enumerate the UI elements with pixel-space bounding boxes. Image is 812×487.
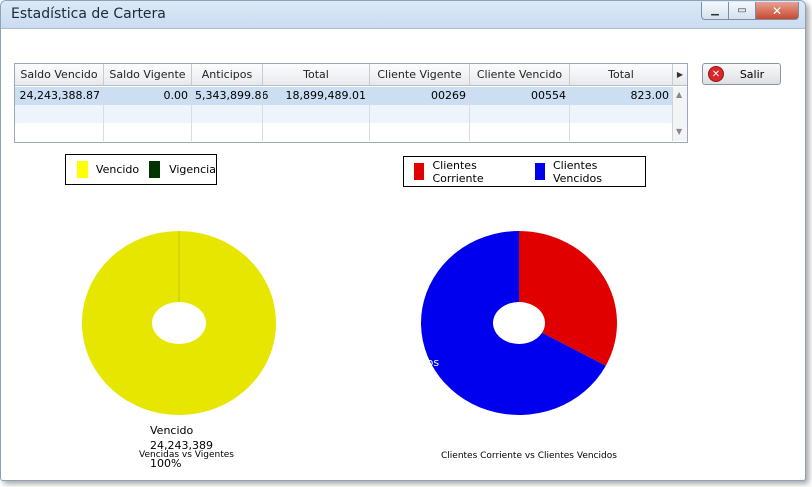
statistics-window: Estadística de Cartera ▁ ▭ ✕ Saldo Venci… <box>0 0 806 481</box>
legend-swatch-clientes-vencidos <box>534 163 545 180</box>
chart-clientes <box>421 231 617 415</box>
scroll-up-icon[interactable]: ▲ <box>676 90 682 99</box>
table-row[interactable] <box>15 105 673 123</box>
summary-grid[interactable]: Saldo Vencido Saldo Vigente Anticipos To… <box>14 63 688 143</box>
cell-total-clientes[interactable]: 823.00 <box>570 87 673 105</box>
cell-total[interactable]: 18,899,489.01 <box>263 87 370 105</box>
table-row[interactable]: 24,243,388.87 0.00 5,343,899.86 18,899,4… <box>15 87 673 105</box>
legend-label-vencido: Vencido <box>95 163 140 176</box>
column-header-saldo-vencido[interactable]: Saldo Vencido <box>15 64 104 86</box>
scroll-down-icon[interactable]: ▼ <box>676 127 682 136</box>
ghost-label-vencidos: ientes Vencidos 14 <box>353 356 440 382</box>
window-title: Estadística de Cartera <box>11 6 166 22</box>
column-divider <box>191 87 192 141</box>
scroll-right-icon[interactable]: ▶ <box>673 64 687 86</box>
cell-anticipos[interactable]: 5,343,899.86 <box>192 87 268 105</box>
cell-cliente-vigente[interactable]: 00269 <box>370 87 470 105</box>
salir-label: Salir <box>739 67 765 81</box>
column-header-total-clientes[interactable]: Total <box>570 64 673 86</box>
legend-label-vigencia: Vigencia <box>169 163 216 176</box>
column-header-anticipos[interactable]: Anticipos <box>192 64 263 86</box>
close-button[interactable]: ✕ <box>756 2 799 20</box>
column-header-total[interactable]: Total <box>263 64 370 86</box>
column-divider <box>103 87 104 141</box>
minimize-button[interactable]: ▁ <box>701 2 729 20</box>
minimize-icon: ▁ <box>711 5 719 16</box>
column-divider <box>569 87 570 141</box>
legend-label-clientes-vencidos: Clientes Vencidos <box>552 158 602 185</box>
slice-label-name: Vencido <box>150 424 194 437</box>
legend-clientes: Clientes Corriente Clientes Vencidos <box>403 156 646 187</box>
maximize-button[interactable]: ▭ <box>729 2 756 20</box>
column-header-cliente-vigente[interactable]: Cliente Vigente <box>370 64 470 86</box>
table-row[interactable] <box>15 123 673 141</box>
column-header-saldo-vigente[interactable]: Saldo Vigente <box>104 64 192 86</box>
slice-label-percent: 100% <box>150 457 182 470</box>
legend-swatch-vencido <box>77 161 88 178</box>
legend-swatch-vigencia <box>149 161 161 178</box>
cell-cliente-vencido[interactable]: 00554 <box>470 87 570 105</box>
cell-saldo-vigente[interactable]: 0.00 <box>104 87 192 105</box>
legend-vencidas-vigentes: Vencido Vigencia <box>65 154 217 185</box>
legend-swatch-clientes-corriente <box>414 163 425 180</box>
chart-title-right: Clientes Corriente vs Clientes Vencidos <box>441 451 617 461</box>
column-divider <box>469 87 470 141</box>
close-icon: ✕ <box>771 3 783 18</box>
column-divider <box>262 87 263 141</box>
salir-button[interactable]: ✕ Salir <box>702 63 781 85</box>
vertical-scrollbar[interactable]: ▲ ▼ <box>672 87 687 141</box>
chart-vencidas-vigentes <box>82 231 276 415</box>
maximize-icon: ▭ <box>737 5 747 16</box>
legend-label-clientes-corriente: Clientes Corriente <box>432 158 484 185</box>
column-divider <box>369 87 370 141</box>
column-header-cliente-vencido[interactable]: Cliente Vencido <box>470 64 570 86</box>
title-bar: Estadística de Cartera ▁ ▭ ✕ <box>1 1 805 29</box>
cell-saldo-vencido[interactable]: 24,243,388.87 <box>15 87 104 105</box>
exit-icon: ✕ <box>708 66 724 82</box>
ghost-label-corriente: Clientes Corriente 269 <box>598 218 697 244</box>
